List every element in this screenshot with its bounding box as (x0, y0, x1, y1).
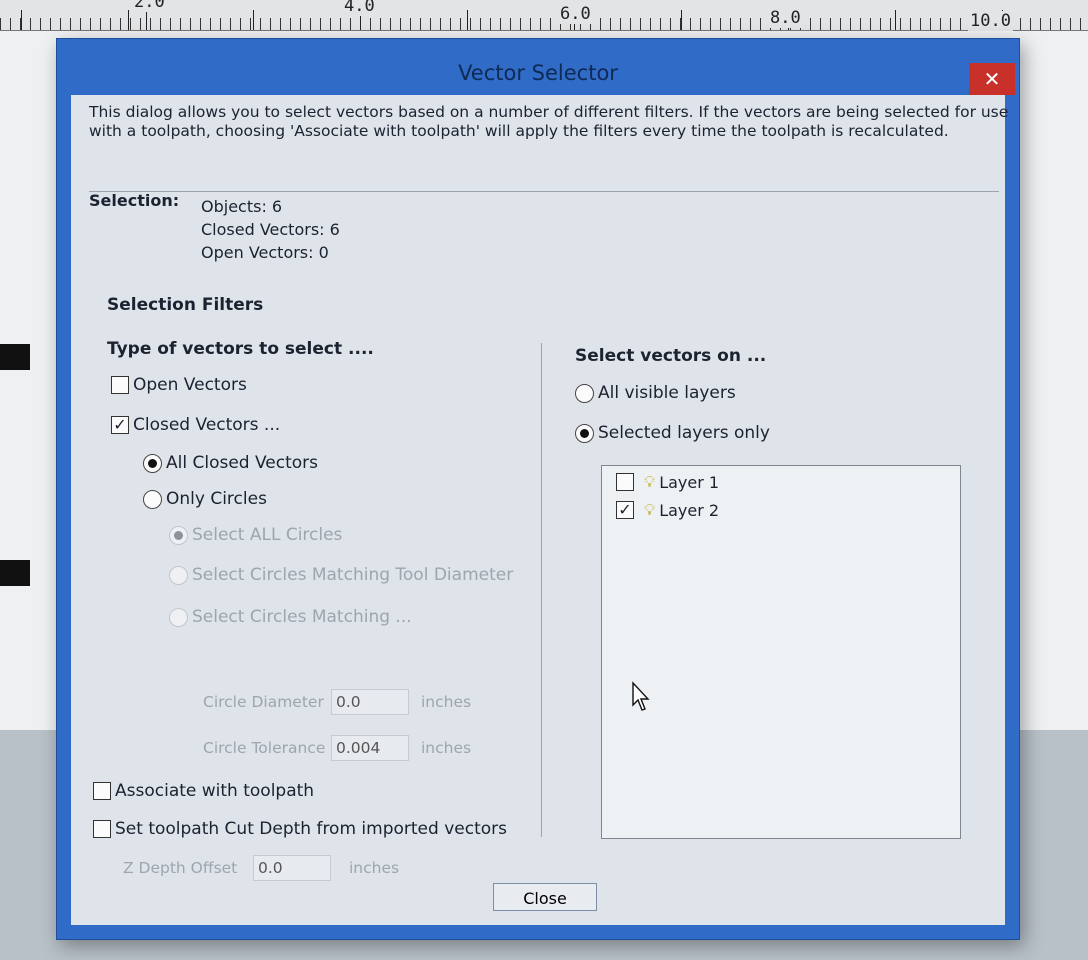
open-vectors-checkbox[interactable]: Open Vectors (111, 375, 247, 395)
close-button[interactable]: Close (493, 883, 597, 911)
match-tool-diameter-label: Select Circles Matching Tool Diameter (192, 565, 514, 585)
selected-layers-only-label: Selected layers only (598, 423, 770, 443)
match-tool-diameter-radio: Select Circles Matching Tool Diameter (169, 565, 513, 585)
only-circles-radio[interactable]: Only Circles (143, 489, 267, 509)
ruler-label: 10.0 (968, 11, 1013, 31)
circle-tolerance-input: 0.004 (331, 735, 409, 761)
dialog-client-area: This dialog allows you to select vectors… (71, 95, 1008, 925)
ruler-label: 6.0 (558, 4, 593, 24)
radio-selected[interactable] (575, 423, 594, 443)
layer-checkbox[interactable] (616, 473, 634, 491)
layer-item[interactable]: 💡︎ Layer 1 (616, 472, 719, 492)
layer-name: Layer 1 (659, 472, 720, 492)
ruler-label: 4.0 (342, 0, 377, 16)
radio-disabled (169, 565, 188, 585)
circle-diameter-label: Circle Diameter (203, 693, 324, 711)
layer-name: Layer 2 (659, 500, 720, 520)
associate-toolpath-checkbox[interactable]: Associate with toolpath (93, 781, 314, 801)
checkbox-box[interactable] (111, 376, 129, 394)
ruler-major-ticks (0, 10, 1088, 30)
select-all-circles-radio: Select ALL Circles (169, 525, 342, 545)
dialog-titlebar[interactable]: Vector Selector ✕ (57, 39, 1019, 95)
checkbox-box[interactable] (93, 782, 111, 800)
selection-label: Selection: (89, 191, 180, 210)
match-custom-radio: Select Circles Matching ... (169, 607, 412, 627)
all-closed-vectors-label: All Closed Vectors (166, 453, 319, 473)
circle-tolerance-label: Circle Tolerance (203, 739, 326, 757)
lightbulb-icon[interactable]: 💡︎ (644, 472, 655, 492)
all-visible-layers-label: All visible layers (598, 383, 736, 403)
match-custom-label: Select Circles Matching ... (192, 607, 412, 627)
z-depth-offset-input: 0.0 (253, 855, 331, 881)
radio-disabled (169, 607, 188, 627)
close-icon[interactable]: ✕ (969, 63, 1015, 95)
radio-selected-disabled (169, 525, 188, 545)
checkbox-checked[interactable]: ✓ (111, 416, 129, 434)
mouse-cursor-icon (632, 681, 650, 711)
canvas-vector-mark (0, 560, 30, 586)
circle-tolerance-unit: inches (421, 739, 472, 757)
layer-checkbox[interactable]: ✓ (616, 501, 634, 519)
closed-vectors-count: Closed Vectors: 6 (201, 220, 340, 239)
set-cut-depth-label: Set toolpath Cut Depth from imported vec… (115, 819, 507, 839)
associate-toolpath-label: Associate with toolpath (115, 781, 315, 801)
radio-selected[interactable] (143, 453, 162, 473)
closed-vectors-checkbox[interactable]: ✓ Closed Vectors ... (111, 415, 280, 435)
ruler-label: 8.0 (768, 8, 803, 28)
canvas-vector-mark (0, 344, 30, 370)
radio-unselected[interactable] (575, 383, 594, 403)
circle-diameter-row: Circle Diameter 0.0 inches (203, 689, 471, 715)
circle-diameter-unit: inches (421, 693, 472, 711)
closed-vectors-label: Closed Vectors ... (133, 415, 281, 435)
vector-selector-dialog: Vector Selector ✕ This dialog allows you… (56, 38, 1020, 940)
select-all-circles-label: Select ALL Circles (192, 525, 343, 545)
lightbulb-icon[interactable]: 💡︎ (644, 500, 655, 520)
dialog-title: Vector Selector (458, 61, 618, 85)
checkbox-box[interactable] (93, 820, 111, 838)
selection-stats: Objects: 6 Closed Vectors: 6 Open Vector… (201, 195, 340, 264)
z-depth-offset-row: Z Depth Offset 0.0 inches (123, 855, 399, 881)
layers-heading: Select vectors on ... (575, 346, 767, 366)
only-circles-label: Only Circles (166, 489, 267, 509)
vector-type-heading: Type of vectors to select .... (107, 339, 374, 359)
set-cut-depth-checkbox[interactable]: Set toolpath Cut Depth from imported vec… (93, 819, 507, 839)
objects-count: Objects: 6 (201, 197, 283, 216)
layer-item[interactable]: ✓ 💡︎ Layer 2 (616, 500, 719, 520)
z-depth-offset-unit: inches (349, 859, 400, 877)
all-closed-vectors-radio[interactable]: All Closed Vectors (143, 453, 318, 473)
circle-tolerance-row: Circle Tolerance 0.004 inches (203, 735, 471, 761)
horizontal-ruler: 2.0 4.0 6.0 8.0 10.0 (0, 0, 1088, 31)
ruler-label: 2.0 (132, 0, 167, 12)
layer-list[interactable]: 💡︎ Layer 1 ✓ 💡︎ Layer 2 (601, 465, 961, 839)
selected-layers-only-radio[interactable]: Selected layers only (575, 423, 770, 443)
column-divider (541, 343, 542, 837)
z-depth-offset-label: Z Depth Offset (123, 859, 238, 877)
all-visible-layers-radio[interactable]: All visible layers (575, 383, 736, 403)
selection-filters-heading: Selection Filters (107, 295, 264, 315)
open-vectors-count: Open Vectors: 0 (201, 243, 329, 262)
intro-text: This dialog allows you to select vectors… (89, 103, 1009, 140)
divider (89, 191, 999, 192)
circle-diameter-input: 0.0 (331, 689, 409, 715)
radio-unselected[interactable] (143, 489, 162, 509)
open-vectors-label: Open Vectors (133, 375, 247, 395)
